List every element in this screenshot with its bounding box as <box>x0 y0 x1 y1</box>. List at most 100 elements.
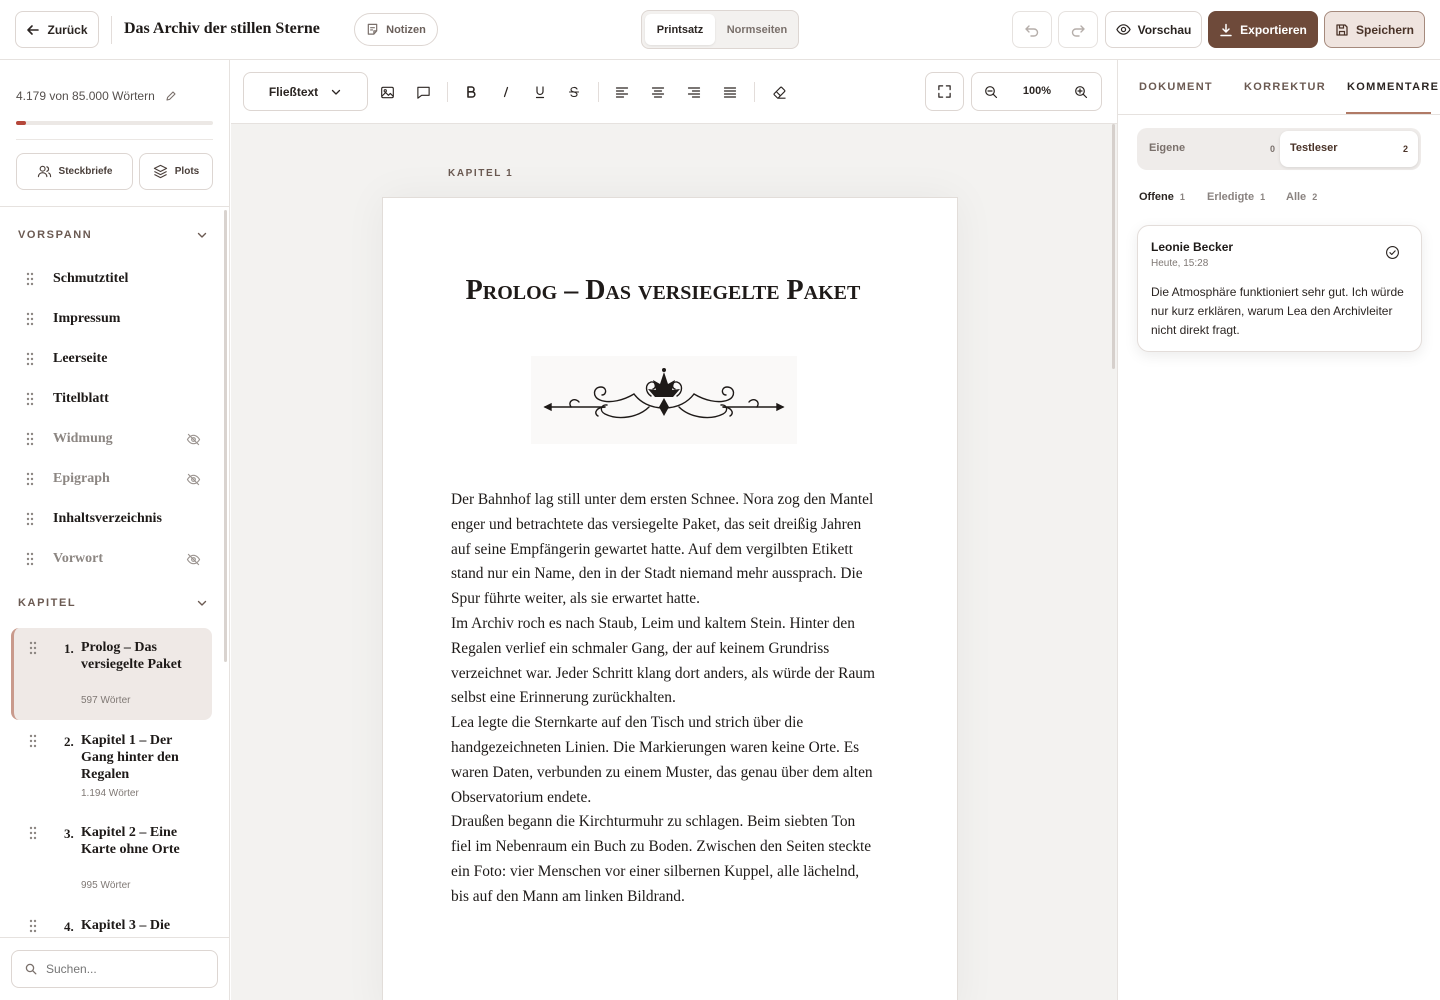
profiles-label: Steckbriefe <box>58 166 113 177</box>
drag-handle-icon[interactable] <box>29 734 37 748</box>
sidebar-item-vorwort[interactable]: Vorwort <box>26 545 211 573</box>
undo-button[interactable] <box>1012 11 1052 48</box>
search-input[interactable] <box>46 962 196 976</box>
add-comment-button[interactable] <box>411 80 435 104</box>
view-printsatz-tab[interactable]: Printsatz <box>645 14 715 45</box>
comment-card[interactable]: Leonie Becker Heute, 15:28 Die Atmosphär… <box>1137 225 1422 352</box>
undo-icon <box>1025 24 1039 37</box>
sidebar-item-label: Inhaltsverzeichnis <box>53 511 162 526</box>
preview-button[interactable]: Vorschau <box>1105 11 1202 48</box>
drag-handle-icon[interactable] <box>26 432 34 446</box>
drag-handle-icon[interactable] <box>26 352 34 366</box>
eye-off-icon[interactable] <box>186 433 201 446</box>
chapter-number: 3. <box>64 826 74 841</box>
align-left-button[interactable] <box>610 80 634 104</box>
back-label: Zurück <box>47 22 88 37</box>
chapter-item[interactable]: 1. Prolog – Das versiegelte Paket 597 Wört… <box>11 628 212 720</box>
view-normseiten-tab[interactable]: Normseiten <box>718 14 796 45</box>
align-center-button[interactable] <box>646 80 670 104</box>
italic-button[interactable] <box>494 80 518 104</box>
fullscreen-icon <box>938 85 951 98</box>
drag-handle-icon[interactable] <box>26 552 34 566</box>
chapter-kicker: KAPITEL 1 <box>448 168 514 179</box>
chapter-word-count: 1.194 Wörter <box>81 788 139 799</box>
chapter-item[interactable]: 4. Kapitel 3 – Die <box>11 906 212 937</box>
zoom-out-button[interactable] <box>984 85 998 99</box>
canvas-scrollbar[interactable] <box>1112 124 1115 369</box>
align-right-button[interactable] <box>682 80 706 104</box>
sidebar-item-leerseite[interactable]: Leerseite <box>26 345 211 373</box>
paragraph-style-select[interactable]: Fließtext <box>243 72 368 111</box>
drag-handle-icon[interactable] <box>26 312 34 326</box>
align-justify-button[interactable] <box>718 80 742 104</box>
chapter-body[interactable]: Der Bahnhof lag still unter dem ersten S… <box>451 488 876 910</box>
profiles-button[interactable]: Steckbriefe <box>16 153 133 190</box>
resolve-comment-button[interactable] <box>1385 245 1400 260</box>
chapter-item[interactable]: 2. Kapitel 1 – Der Gang hinter den Regale… <box>11 721 212 803</box>
sidebar-item-widmung[interactable]: Widmung <box>26 425 211 453</box>
search-icon <box>25 963 37 975</box>
zoom-in-button[interactable] <box>1074 85 1088 99</box>
sidebar-item-schmutztitel[interactable]: Schmutztitel <box>26 265 211 293</box>
insert-image-button[interactable] <box>375 80 399 104</box>
filter-all[interactable]: Alle 2 <box>1286 191 1317 203</box>
drag-handle-icon[interactable] <box>26 472 34 486</box>
sidebar-item-epigraph[interactable]: Epigraph <box>26 465 211 493</box>
eye-off-icon[interactable] <box>186 553 201 566</box>
document-page[interactable]: Prolog – Das versiegelte Paket Der Bahnh… <box>382 197 958 1000</box>
segment-own-count: 0 <box>1269 144 1275 154</box>
chapter-word-count: 995 Wörter <box>81 880 131 891</box>
drag-handle-icon[interactable] <box>29 919 37 933</box>
segment-testreaders[interactable]: Testleser 2 <box>1280 131 1418 167</box>
check-circle-icon <box>1386 246 1399 259</box>
sidebar-scrollbar[interactable] <box>224 210 227 662</box>
tab-kommentare[interactable]: KOMMENTARE <box>1347 81 1439 93</box>
body-paragraph: Im Archiv roch es nach Staub, Leim und k… <box>451 614 875 707</box>
chapter-item[interactable]: 3. Kapitel 2 – Eine Karte ohne Orte 995 Wö… <box>11 813 212 895</box>
filter-done[interactable]: Erledigte 1 <box>1207 191 1265 203</box>
save-button[interactable]: Speichern <box>1324 11 1425 48</box>
strikethrough-button[interactable] <box>562 80 586 104</box>
drag-handle-icon[interactable] <box>26 512 34 526</box>
fullscreen-button[interactable] <box>925 72 964 111</box>
segment-own[interactable]: Eigene 0 <box>1149 142 1275 154</box>
drag-handle-icon[interactable] <box>26 392 34 406</box>
filter-open[interactable]: Offene 1 <box>1139 191 1185 203</box>
drag-handle-icon[interactable] <box>29 826 37 840</box>
underline-button[interactable] <box>528 80 552 104</box>
comment-source-toggle: Eigene 0 Testleser 2 <box>1137 128 1421 170</box>
sidebar-item-titelblatt[interactable]: Titelblatt <box>26 385 211 413</box>
drag-handle-icon[interactable] <box>29 641 37 655</box>
redo-button[interactable] <box>1058 11 1098 48</box>
editor-canvas: KAPITEL 1 Prolog – Das versiegelte Paket <box>231 124 1117 1000</box>
notes-button[interactable]: Notizen <box>354 13 438 46</box>
tab-dokument[interactable]: DOKUMENT <box>1139 81 1213 93</box>
drag-handle-icon[interactable] <box>26 272 34 286</box>
divider <box>111 16 112 44</box>
sidebar-item-inhaltsverzeichnis[interactable]: Inhaltsverzeichnis <box>26 505 211 533</box>
comment-text: Die Atmosphäre funktioniert sehr gut. Ic… <box>1151 285 1404 337</box>
search-box[interactable] <box>11 950 218 988</box>
bold-button[interactable] <box>459 80 483 104</box>
export-label: Exportieren <box>1240 22 1307 37</box>
export-button[interactable]: Exportieren <box>1208 11 1318 48</box>
segment-testreaders-count: 2 <box>1402 144 1408 154</box>
back-button[interactable]: Zurück <box>15 11 99 48</box>
clear-formatting-button[interactable] <box>767 80 791 104</box>
body-paragraph: Der Bahnhof lag still unter dem ersten S… <box>451 491 874 608</box>
frontmatter-section-header[interactable]: VORSPANN <box>18 229 208 241</box>
chapters-section-header[interactable]: KAPITEL <box>18 597 208 609</box>
divider <box>598 82 599 102</box>
note-icon <box>367 23 378 35</box>
zoom-in-icon <box>1075 86 1088 99</box>
divider <box>447 82 448 102</box>
comment-icon <box>416 86 430 99</box>
plots-label: Plots <box>174 166 200 177</box>
pencil-icon[interactable] <box>165 90 177 102</box>
chapter-title: Kapitel 1 – Der Gang hinter den Regalen <box>81 733 179 782</box>
tab-korrektur[interactable]: KORREKTUR <box>1244 81 1326 93</box>
sidebar-item-label: Schmutztitel <box>53 271 129 286</box>
sidebar-item-impressum[interactable]: Impressum <box>26 305 211 333</box>
plots-button[interactable]: Plots <box>139 153 213 190</box>
eye-off-icon[interactable] <box>186 473 201 486</box>
